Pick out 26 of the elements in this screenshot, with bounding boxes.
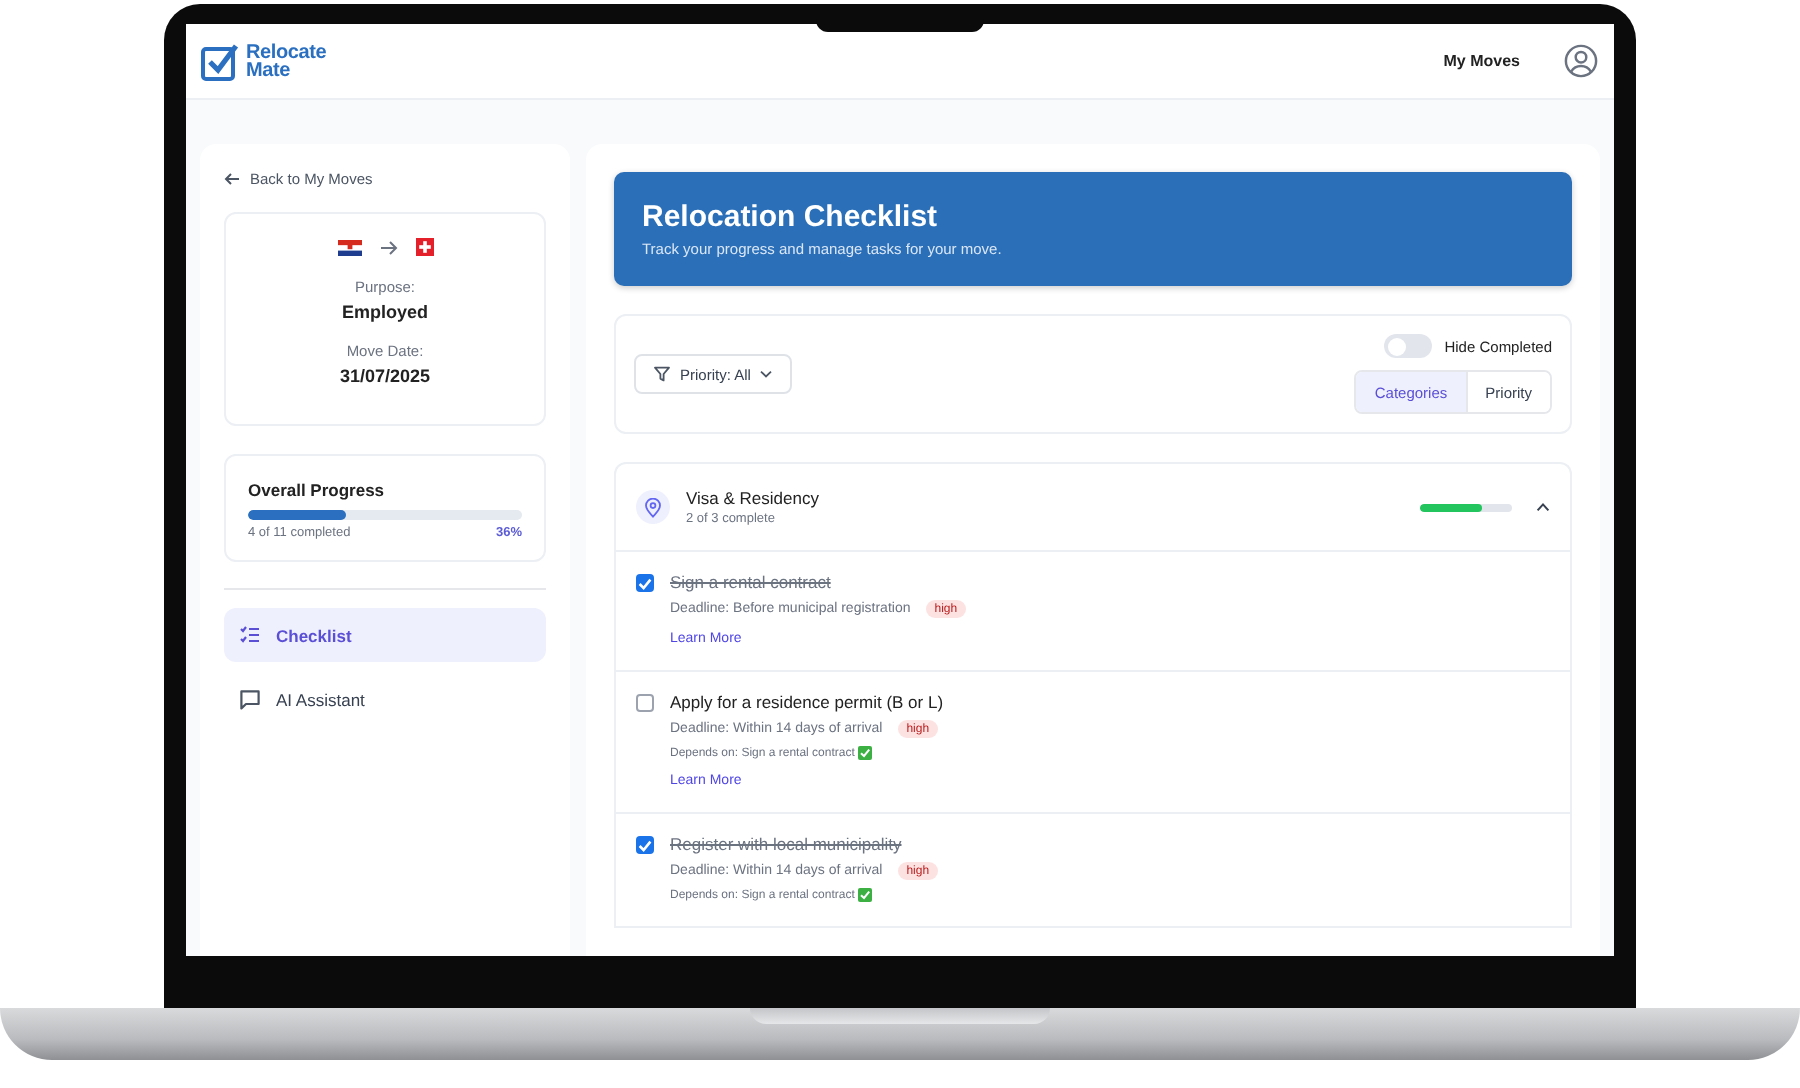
profile-icon[interactable] (1564, 44, 1598, 78)
flag-stripes-icon (337, 239, 361, 255)
toggle-switch[interactable] (1384, 334, 1433, 358)
progress-title: Overall Progress (248, 480, 387, 500)
sidebar-item[interactable]: AI Assistant (224, 672, 546, 726)
logo-text: Relocate Mate (246, 43, 329, 79)
task-title: Apply for a residence permit (B or L) (670, 692, 944, 712)
sidebar-item[interactable]: Checklist (224, 608, 546, 662)
checkbox-logo-icon (200, 41, 240, 81)
chevron-down-icon (760, 370, 773, 378)
task-title: Sign a rental contract (670, 572, 831, 592)
task-title: Register with local municipality (670, 834, 902, 854)
checkbox[interactable] (636, 694, 654, 712)
category-title: Visa & Residency (686, 488, 819, 508)
arrow-left-icon (224, 171, 240, 185)
purpose-value: Employed (341, 302, 428, 322)
flag-cross-icon (415, 238, 433, 256)
nav-link[interactable]: My Moves (1443, 52, 1520, 70)
page-title: Relocation Checklist (642, 200, 940, 234)
move-date-value: 31/07/2025 (339, 366, 431, 386)
filter-icon (654, 366, 670, 382)
checklist-icon (240, 626, 260, 644)
chat-icon (240, 689, 260, 709)
chevron-up-icon[interactable] (1536, 502, 1550, 512)
arrow-right-icon (379, 239, 397, 255)
location-pin-icon (636, 490, 670, 524)
